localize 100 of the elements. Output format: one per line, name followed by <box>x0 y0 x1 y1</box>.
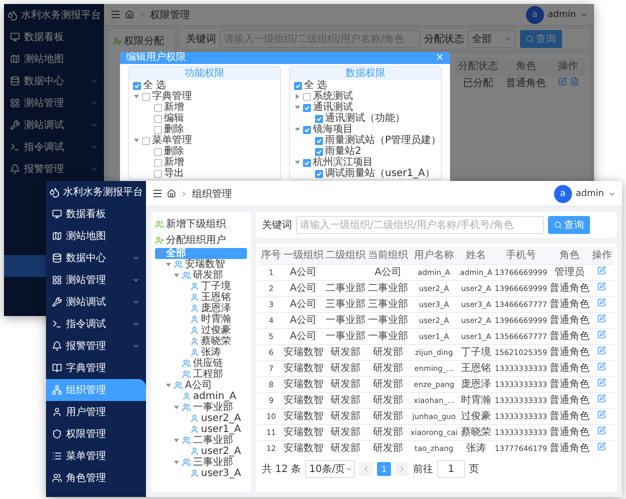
menu-item[interactable]: 测站调试 <box>4 114 104 136</box>
caret-icon[interactable] <box>294 126 301 133</box>
keyword-input[interactable]: 请输入一级组织/二级组织/用户名称/手机号/角色 <box>296 216 544 234</box>
tree-node[interactable]: 研发部 <box>155 270 247 281</box>
tree-node-label[interactable]: 字典管理 <box>152 91 192 102</box>
caret-icon[interactable] <box>165 261 172 268</box>
checkbox[interactable] <box>154 126 162 134</box>
tree-node[interactable]: 过俊豪 <box>155 325 247 336</box>
menu-item[interactable]: 数据看板 <box>46 203 146 225</box>
tree-node-label[interactable]: 全 选 <box>143 80 166 91</box>
tree-node-label[interactable]: 镜海项目 <box>313 124 353 135</box>
menu-item[interactable]: 测站管理 <box>46 269 146 291</box>
menu-item[interactable]: 权限管理 <box>46 423 146 445</box>
checkbox[interactable] <box>303 104 311 112</box>
menu-item[interactable]: 报警管理 <box>4 158 104 180</box>
checkbox[interactable] <box>154 114 162 122</box>
caret-icon[interactable] <box>294 104 301 111</box>
tree-node[interactable]: user3_A <box>155 468 247 479</box>
user-name[interactable]: admin <box>576 188 604 198</box>
tree-action-button[interactable]: 新增下级组织 <box>155 216 226 232</box>
menu-item[interactable]: 测站地图 <box>46 225 146 247</box>
assign-permission-button[interactable]: 权限分配 <box>113 33 164 49</box>
checkbox[interactable] <box>315 114 323 122</box>
caret-icon[interactable] <box>294 93 301 100</box>
previous-page-button[interactable] <box>359 462 374 476</box>
tree-node-label[interactable]: 编辑 <box>164 113 184 124</box>
tree-node-label[interactable]: 杭州滨江项目 <box>313 157 373 168</box>
status-select[interactable]: 全部 <box>468 30 516 48</box>
checkbox[interactable] <box>154 158 162 166</box>
tree-node[interactable]: 蔡晓荣 <box>155 336 247 347</box>
tree-node-label[interactable]: 新增 <box>164 157 184 168</box>
tree-node-label[interactable]: 菜单管理 <box>152 135 192 146</box>
caret-icon[interactable] <box>173 272 180 279</box>
checkbox[interactable] <box>154 170 162 178</box>
checkbox[interactable] <box>154 148 162 156</box>
tree-node[interactable]: 庞恩泽 <box>155 303 247 314</box>
tree-node[interactable]: 丁子境 <box>155 281 247 292</box>
tree-node-label[interactable]: 全 选 <box>304 80 328 91</box>
tree-node-label[interactable]: 删除 <box>164 146 184 157</box>
caret-icon[interactable] <box>165 382 172 389</box>
checkbox[interactable] <box>294 82 302 90</box>
menu-item[interactable]: 测站管理 <box>4 92 104 114</box>
menu-item[interactable]: 指令调试 <box>4 136 104 158</box>
checkbox[interactable] <box>315 170 323 178</box>
tree-node-label[interactable]: 通讯测试 <box>313 102 353 113</box>
tree-node[interactable]: 三事业部 <box>155 457 247 468</box>
caret-icon[interactable] <box>133 137 140 144</box>
tree-node[interactable]: 王恩铭 <box>155 292 247 303</box>
tree-node[interactable]: 一事业部 <box>155 402 247 413</box>
checkbox[interactable] <box>142 92 150 100</box>
menu-item[interactable]: 菜单管理 <box>46 445 146 467</box>
tree-node-label[interactable]: 通讯测试（功能） <box>325 113 405 124</box>
caret-icon[interactable] <box>173 459 180 466</box>
next-page-button[interactable] <box>395 462 410 476</box>
checkbox[interactable] <box>303 126 311 134</box>
checkbox[interactable] <box>315 136 323 144</box>
caret-icon[interactable] <box>173 437 180 444</box>
breadcrumb[interactable]: 权限管理 <box>150 8 190 22</box>
page-size-select[interactable]: 10条/页 <box>305 460 356 478</box>
caret-icon[interactable] <box>133 93 140 100</box>
menu-item[interactable]: 指令调试 <box>46 313 146 335</box>
tree-node[interactable]: A公司 <box>155 380 247 391</box>
checkbox[interactable] <box>154 104 162 112</box>
checkbox[interactable] <box>133 82 141 90</box>
menu-item[interactable]: 用户管理 <box>46 401 146 423</box>
menu-item[interactable]: 报警管理 <box>46 335 146 357</box>
goto-page-input[interactable]: 1 <box>437 460 466 478</box>
tree-node[interactable]: admin_A <box>155 391 247 402</box>
tree-node-label[interactable]: 删除 <box>164 124 184 135</box>
tree-node[interactable]: user1_A <box>155 424 247 435</box>
tree-node[interactable]: 张涛 <box>155 347 247 358</box>
tree-node[interactable]: 时霄瀚 <box>155 314 247 325</box>
tree-node[interactable]: 安瑞数智 <box>155 259 247 270</box>
tree-node-label[interactable]: 导出 <box>164 168 184 179</box>
breadcrumb[interactable]: 组织管理 <box>192 186 232 200</box>
checkbox[interactable] <box>142 136 150 144</box>
tree-node-label[interactable]: 调试雨量站（user1_A） <box>325 168 436 179</box>
user-name[interactable]: admin <box>548 10 576 20</box>
tree-node-label[interactable]: 新增 <box>164 102 184 113</box>
tree-node[interactable]: 工程部 <box>155 369 247 380</box>
tree-node[interactable]: user2_A <box>155 413 247 424</box>
tree-action-button[interactable]: 分配组织用户 <box>155 232 226 248</box>
tree-node-label[interactable]: 系统测试 <box>313 91 353 102</box>
tree-node-label[interactable]: 雨量站2 <box>325 146 362 157</box>
tree-node[interactable]: user2_A <box>155 446 247 457</box>
menu-item[interactable]: 数据中心 <box>4 70 104 92</box>
checkbox[interactable] <box>303 92 311 100</box>
tree-node[interactable]: 供应链 <box>155 358 247 369</box>
tree-node[interactable]: 二事业部 <box>155 435 247 446</box>
caret-icon[interactable] <box>173 404 180 411</box>
menu-item[interactable]: 数据看板 <box>4 26 104 48</box>
user-avatar[interactable]: a <box>554 184 572 202</box>
menu-item[interactable]: 角色管理 <box>46 467 146 489</box>
checkbox[interactable] <box>315 148 323 156</box>
menu-item[interactable]: 测站调试 <box>46 291 146 313</box>
caret-icon[interactable] <box>294 159 301 166</box>
checkbox[interactable] <box>303 158 311 166</box>
menu-item[interactable]: 数据中心 <box>46 247 146 269</box>
menu-item[interactable]: 字典管理 <box>46 357 146 379</box>
menu-item[interactable]: 测站地图 <box>4 48 104 70</box>
